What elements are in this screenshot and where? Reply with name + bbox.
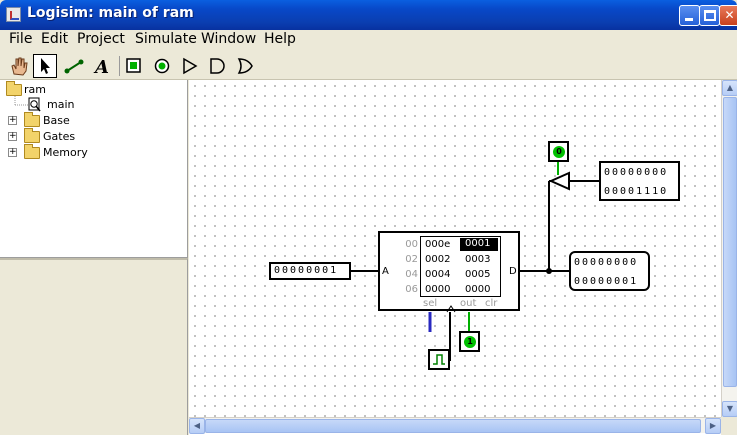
text-tool-icon[interactable]: A xyxy=(90,54,114,78)
ram-cell: 0005 xyxy=(465,269,491,280)
scroll-down-arrow-icon[interactable]: ▼ xyxy=(722,401,737,417)
magnifier-circuit-icon xyxy=(28,97,41,112)
tristate-data-input-pin[interactable]: 00000000 00001110 xyxy=(599,161,680,201)
pin-value: 00000001 xyxy=(574,276,639,287)
folder-icon xyxy=(24,144,40,159)
tree-label: Base xyxy=(43,114,70,127)
ram-cell: 0004 xyxy=(425,269,451,280)
minimize-button[interactable] xyxy=(679,5,700,26)
close-button[interactable]: ✕ xyxy=(719,5,737,26)
tree-label: Memory xyxy=(43,146,88,159)
menu-help[interactable]: Help xyxy=(264,31,296,47)
scrollbar-corner xyxy=(721,417,737,435)
address-input-pin[interactable]: 00000001 xyxy=(269,262,351,280)
window-title: Logisim: main of ram xyxy=(27,5,194,21)
ram-port-clr-label: clr xyxy=(485,298,498,309)
menu-edit[interactable]: Edit xyxy=(41,31,68,47)
folder-icon xyxy=(24,128,40,143)
ram-port-out-label: out xyxy=(460,298,477,309)
canvas-area: 0 1 00000001 00 02 04 06 000e 0001 0002 … xyxy=(189,80,737,435)
vertical-scrollbar[interactable]: ▲ ▼ xyxy=(721,80,737,417)
maximize-button[interactable] xyxy=(699,5,720,26)
expand-plus-icon[interactable]: + xyxy=(8,148,17,157)
wire-junction xyxy=(546,268,552,274)
data-output-pin[interactable]: 00000000 00000001 xyxy=(569,251,650,291)
ram-cell: 0002 xyxy=(425,254,451,265)
tree-item-ram[interactable]: ram xyxy=(4,81,184,97)
scroll-up-arrow-icon[interactable]: ▲ xyxy=(722,80,737,96)
horizontal-scrollbar[interactable]: ◀ ▶ xyxy=(189,417,721,434)
scroll-left-arrow-icon[interactable]: ◀ xyxy=(189,418,205,434)
wiring-tool-icon[interactable] xyxy=(62,54,86,78)
toolbar-separator xyxy=(119,56,120,76)
ram-cell: 0003 xyxy=(465,254,491,265)
vertical-scroll-thumb[interactable] xyxy=(723,97,737,387)
clear-value: 1 xyxy=(464,336,476,348)
clock-component[interactable] xyxy=(428,349,450,370)
title-bar: Logisim: main of ram ✕ xyxy=(0,0,737,30)
ram-address-0: 00 xyxy=(405,239,418,250)
ram-cell-highlighted: 0001 xyxy=(460,238,498,251)
tree-item-memory[interactable]: + Memory xyxy=(4,144,184,160)
input-pin-tool-icon[interactable] xyxy=(122,54,146,78)
clock-triangle-icon xyxy=(446,305,456,313)
pin-value: 00000000 xyxy=(574,257,639,268)
tree-item-base[interactable]: + Base xyxy=(4,112,184,128)
ram-address-2: 04 xyxy=(405,269,418,280)
tristate-buffer[interactable] xyxy=(548,171,570,191)
and-gate-tool-icon[interactable] xyxy=(205,54,229,78)
tree-label: Gates xyxy=(43,130,76,143)
folder-icon xyxy=(24,112,40,127)
tree-item-gates[interactable]: + Gates xyxy=(4,128,184,144)
ram-address-1: 02 xyxy=(405,254,418,265)
not-gate-tool-icon[interactable] xyxy=(178,54,202,78)
ram-cell: 0000 xyxy=(425,284,451,295)
pin-value: 00000000 xyxy=(604,167,669,178)
poke-tool-hand-icon[interactable] xyxy=(6,54,30,78)
circuit-canvas[interactable]: 0 1 00000001 00 02 04 06 000e 0001 0002 … xyxy=(189,80,721,417)
output-pin-tool-icon[interactable] xyxy=(150,54,174,78)
ram-port-a-label: A xyxy=(382,266,389,277)
app-icon xyxy=(6,7,21,22)
menu-file[interactable]: File xyxy=(9,31,32,47)
horizontal-scroll-thumb[interactable] xyxy=(205,419,701,433)
svg-text:A: A xyxy=(93,57,109,78)
attribute-panel xyxy=(0,258,188,435)
folder-open-icon xyxy=(6,81,22,96)
toolbar: A xyxy=(0,52,737,80)
tree-label: main xyxy=(47,98,75,111)
menu-window[interactable]: Window xyxy=(201,31,256,47)
menu-simulate[interactable]: Simulate xyxy=(135,31,197,47)
ram-address-3: 06 xyxy=(405,284,418,295)
tree-label: ram xyxy=(24,83,46,96)
scroll-right-arrow-icon[interactable]: ▶ xyxy=(705,418,721,434)
ram-port-sel-label: sel xyxy=(423,298,438,309)
tree-item-main[interactable]: main xyxy=(4,96,184,112)
ram-cell: 0000 xyxy=(465,284,491,295)
enable-value: 0 xyxy=(553,146,565,158)
or-gate-tool-icon[interactable] xyxy=(233,54,257,78)
select-tool-arrow-icon[interactable] xyxy=(33,54,57,78)
ram-port-d-label: D xyxy=(509,266,517,277)
ram-component[interactable]: 00 02 04 06 000e 0001 0002 0003 0004 000… xyxy=(378,231,520,313)
menu-project[interactable]: Project xyxy=(77,31,125,47)
expand-plus-icon[interactable]: + xyxy=(8,132,17,141)
pin-value: 00001110 xyxy=(604,186,669,197)
explorer-panel: ram main + Base + Gates + Memory xyxy=(0,80,188,258)
menu-bar: File Edit Project Simulate Window Help xyxy=(0,30,737,50)
ram-cell: 000e xyxy=(425,239,451,250)
pin-value: 00000001 xyxy=(274,265,339,276)
expand-plus-icon[interactable]: + xyxy=(8,116,17,125)
